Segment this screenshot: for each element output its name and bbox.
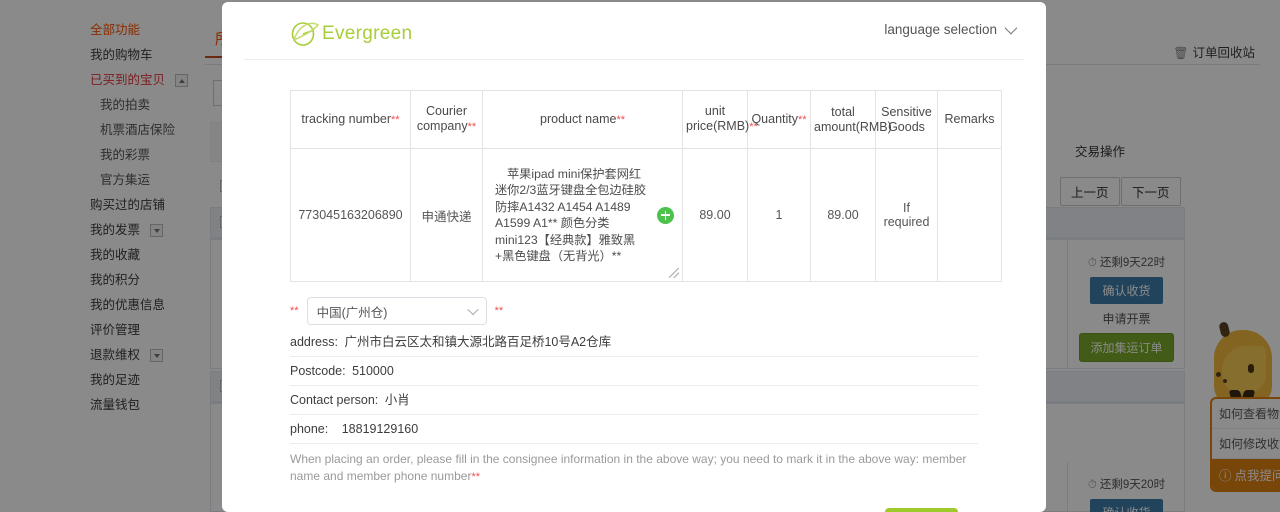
required-mark: ** xyxy=(467,121,477,133)
cell-remarks[interactable] xyxy=(937,148,1002,282)
address-label: address: xyxy=(290,335,338,349)
phone-value: 18819129160 xyxy=(341,422,419,436)
warehouse-select[interactable]: 中国(广州仓) xyxy=(306,297,487,325)
th-quantity: Quantity** xyxy=(747,90,811,149)
th-unit-price: unit price(RMB)** xyxy=(682,90,758,149)
screen: 全部功能 我的购物车 已买到的宝贝 我的拍卖 机票酒店保险 我的彩票 官方集运 购买过的店铺我… xyxy=(0,0,1280,512)
chevron-down-icon xyxy=(1004,21,1018,35)
required-mark: ** xyxy=(471,471,481,483)
plus-circle-icon[interactable] xyxy=(657,206,674,224)
language-selector-label: language selection xyxy=(884,22,997,37)
required-mark: ** xyxy=(290,305,299,317)
cell-quantity[interactable]: 1 xyxy=(747,148,811,282)
phone-row: phone: 18819129160 xyxy=(290,415,978,444)
contact-value: 小肖 xyxy=(384,393,410,407)
th-product-name: product name** xyxy=(482,90,683,149)
chevron-down-icon xyxy=(466,303,479,316)
save-button[interactable]: save xyxy=(885,508,958,512)
evergreen-logo-icon xyxy=(291,22,320,46)
cell-total-amount: 89.00 xyxy=(810,148,876,282)
required-mark: ** xyxy=(616,113,625,126)
brand-logo: Evergreen xyxy=(290,20,412,48)
th-total-amount: total amount(RMB) xyxy=(810,90,892,149)
warehouse-select-value: 中国(广州仓) xyxy=(316,305,388,320)
warehouse-row: ** 中国(广州仓) ** xyxy=(290,294,978,328)
language-selector[interactable]: language selection xyxy=(884,21,1018,37)
postcode-row: Postcode: 510000 xyxy=(290,357,978,386)
required-mark: ** xyxy=(798,113,807,126)
brand-name: Evergreen xyxy=(322,23,413,44)
consignee-note: When placing an order, please fill in th… xyxy=(290,452,967,483)
table-header-row: tracking number** Courier company** prod… xyxy=(290,90,1002,149)
cell-unit-price[interactable]: 89.00 xyxy=(682,148,748,282)
modal-footer: save xyxy=(222,486,1046,512)
consolidation-order-modal: Evergreen language selection tracking nu… xyxy=(222,2,1046,512)
modal-header: Evergreen language selection xyxy=(222,2,1046,68)
resize-handle[interactable] xyxy=(669,268,679,278)
goods-table-wrap: tracking number** Courier company** prod… xyxy=(222,68,1046,282)
phone-label: phone: xyxy=(290,422,329,436)
address-row: address: 广州市白云区太和镇大源北路百足桥10号A2仓库 xyxy=(290,328,978,357)
cell-tracking-number[interactable]: 773045163206890 xyxy=(290,148,411,282)
header-divider xyxy=(244,59,1024,60)
th-remarks: Remarks xyxy=(937,90,1002,149)
cell-product-name[interactable]: 苹果ipad mini保护套网红迷你2/3蓝牙键盘全包边硅胶防摔A1432 A1… xyxy=(482,148,683,282)
cell-courier-company[interactable]: 申通快递 xyxy=(410,148,483,282)
contact-label: Contact person: xyxy=(290,393,379,407)
postcode-label: Postcode: xyxy=(290,364,346,378)
product-name-textarea[interactable]: 苹果ipad mini保护套网红迷你2/3蓝牙键盘全包边硅胶防摔A1432 A1… xyxy=(483,160,657,271)
th-tracking-number: tracking number** xyxy=(290,90,411,149)
contact-row: Contact person: 小肖 xyxy=(290,386,978,415)
required-mark: ** xyxy=(494,305,504,317)
cell-sensitive-goods[interactable]: If required xyxy=(875,148,938,282)
postcode-value: 510000 xyxy=(352,364,394,378)
required-mark: ** xyxy=(391,113,400,126)
goods-table: tracking number** Courier company** prod… xyxy=(290,90,1002,282)
address-value: 广州市白云区太和镇大源北路百足桥10号A2仓库 xyxy=(344,335,612,349)
table-row: 773045163206890 申通快递 苹果ipad mini保护套网红迷你2… xyxy=(290,148,1002,282)
th-courier-company: Courier company** xyxy=(410,90,483,149)
consignee-form: ** 中国(广州仓) ** address: 广州市白云区太和镇大源北路百足桥1… xyxy=(222,282,1046,486)
